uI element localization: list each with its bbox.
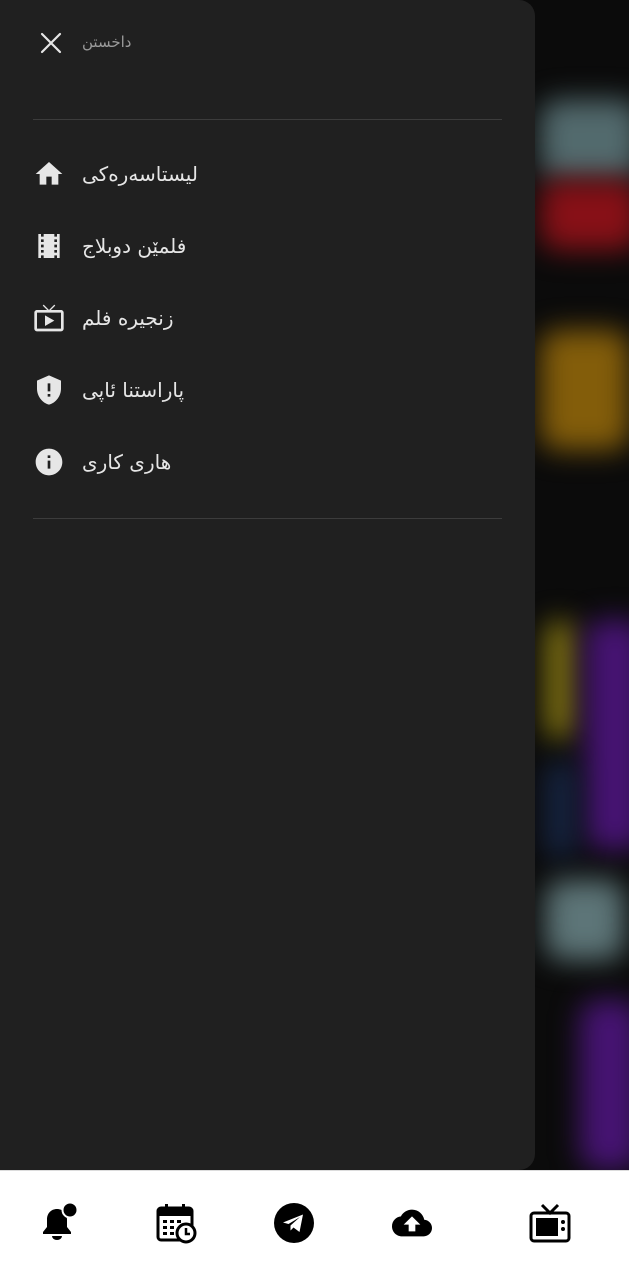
top-divider [33,119,502,120]
menu-item-app-protection[interactable]: پاراستنا ئاپی [0,354,535,426]
schedule-calendar-icon [156,1204,197,1244]
bottom-divider [33,518,502,519]
telegram-icon [274,1203,314,1243]
close-icon [40,32,62,54]
menu-item-series[interactable]: زنجیرە فلم [0,282,535,354]
tv-play-icon [33,302,65,334]
menu-item-label: هاری کاری [82,450,172,474]
navigation-drawer: داخستن لیستاسەرەکی فلمێن دوبلاج زنجیرە ف… [0,0,535,1170]
notification-bell-icon [43,1201,79,1240]
film-icon [33,230,65,262]
menu-item-label: فلمێن دوبلاج [82,234,187,258]
nav-upload-button[interactable] [388,1199,436,1247]
nav-schedule-button[interactable] [152,1199,200,1247]
menu-item-label: پاراستنا ئاپی [82,378,185,402]
bottom-navigation-bar [0,1170,629,1270]
info-icon [33,446,65,478]
menu-item-dubbed-films[interactable]: فلمێن دوبلاج [0,210,535,282]
nav-live-tv-button[interactable] [526,1199,574,1247]
tv-icon [529,1203,571,1243]
drawer-menu: لیستاسەرەکی فلمێن دوبلاج زنجیرە فلم پارا… [0,138,535,498]
drawer-header: داخستن [0,0,535,90]
menu-item-home[interactable]: لیستاسەرەکی [0,138,535,210]
shield-icon [33,374,65,406]
close-label: داخستن [82,33,132,51]
menu-item-label: لیستاسەرەکی [82,162,198,186]
nav-telegram-button[interactable] [270,1199,318,1247]
cloud-upload-icon [392,1209,432,1237]
home-icon [33,158,65,190]
menu-item-label: زنجیرە فلم [82,306,174,330]
menu-item-help[interactable]: هاری کاری [0,426,535,498]
nav-notifications-button[interactable] [33,1199,81,1247]
close-drawer-button[interactable] [31,23,71,63]
